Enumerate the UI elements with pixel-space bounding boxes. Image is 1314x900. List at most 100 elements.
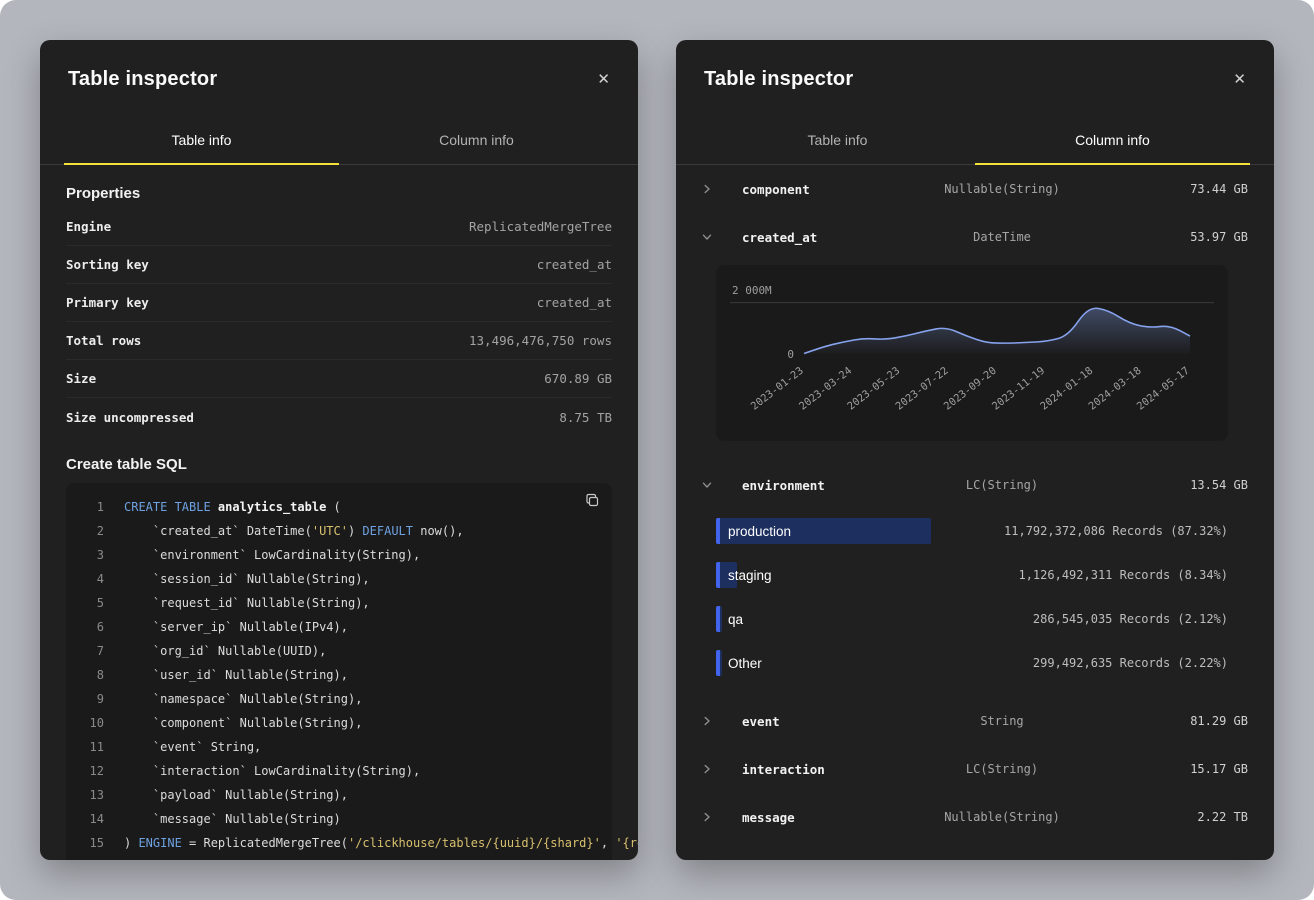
property-value: 670.89 GB <box>544 371 612 386</box>
code-text: `message` Nullable(String) <box>124 807 341 831</box>
value-bar-row: Other299,492,635 Records (2.22%) <box>716 641 1228 685</box>
copy-icon[interactable] <box>585 493 600 511</box>
modal-header: Table inspector ✕ <box>676 40 1274 115</box>
line-number: 15 <box>82 831 104 855</box>
value-label: Other <box>716 656 762 671</box>
column-row-event[interactable]: eventString81.29 GB <box>702 697 1248 745</box>
sql-code-lines: 1CREATE TABLE analytics_table (2 `create… <box>82 495 596 855</box>
column-size: 53.97 GB <box>1122 230 1248 244</box>
column-name: event <box>742 714 882 729</box>
create-table-sql-heading: Create table SQL <box>66 456 612 473</box>
tab-bar: Table info Column info <box>40 115 638 165</box>
code-line: 12 `interaction` LowCardinality(String), <box>82 759 596 783</box>
line-number: 5 <box>82 591 104 615</box>
line-number: 11 <box>82 735 104 759</box>
chevron-right-icon <box>702 184 742 194</box>
property-row: Total rows13,496,476,750 rows <box>66 322 612 360</box>
code-line: 4 `session_id` Nullable(String), <box>82 567 596 591</box>
tab-table-info[interactable]: Table info <box>700 115 975 165</box>
value-records: 11,792,372,086 Records (87.32%) <box>1004 524 1228 538</box>
line-number: 10 <box>82 711 104 735</box>
code-text: `payload` Nullable(String), <box>124 783 348 807</box>
table-info-content: Properties EngineReplicatedMergeTreeSort… <box>40 165 638 860</box>
code-text: `request_id` Nullable(String), <box>124 591 370 615</box>
column-type: LC(String) <box>882 478 1122 492</box>
column-name: component <box>742 182 882 197</box>
column-size: 73.44 GB <box>1122 182 1248 196</box>
line-number: 8 <box>82 663 104 687</box>
svg-text:2024-05-17: 2024-05-17 <box>1135 365 1192 413</box>
page-title: Table inspector <box>68 68 217 91</box>
chevron-right-icon <box>702 812 742 822</box>
svg-text:2023-09-20: 2023-09-20 <box>942 365 999 413</box>
code-line: 8 `user_id` Nullable(String), <box>82 663 596 687</box>
tab-table-info[interactable]: Table info <box>64 115 339 165</box>
code-line: 11 `event` String, <box>82 735 596 759</box>
code-line: 15) ENGINE = ReplicatedMergeTree('/click… <box>82 831 596 855</box>
tab-column-info[interactable]: Column info <box>975 115 1250 165</box>
line-number: 12 <box>82 759 104 783</box>
code-text: `server_ip` Nullable(IPv4), <box>124 615 348 639</box>
code-text: `component` Nullable(String), <box>124 711 362 735</box>
value-bar-row: staging 1,126,492,311 Records (8.34%) <box>716 553 1228 597</box>
property-row: Size uncompressed 8.75 TB <box>66 398 612 436</box>
property-value: ReplicatedMergeTree <box>469 219 612 234</box>
column-name: message <box>742 810 882 825</box>
line-number: 4 <box>82 567 104 591</box>
sql-code-block: 1CREATE TABLE analytics_table (2 `create… <box>66 483 612 860</box>
line-number: 6 <box>82 615 104 639</box>
column-row-environment[interactable]: environmentLC(String)13.54 GB <box>702 461 1248 509</box>
property-value: created_at <box>537 257 612 272</box>
value-records: 1,126,492,311 Records (8.34%) <box>1018 568 1228 582</box>
code-text: `event` String, <box>124 735 261 759</box>
svg-text:2023-05-23: 2023-05-23 <box>845 365 902 413</box>
property-value: 13,496,476,750 rows <box>469 333 612 348</box>
property-label: Size uncompressed <box>66 410 194 425</box>
code-line: 10 `component` Nullable(String), <box>82 711 596 735</box>
svg-text:2023-07-22: 2023-07-22 <box>893 365 950 413</box>
code-line: 6 `server_ip` Nullable(IPv4), <box>82 615 596 639</box>
tab-column-info[interactable]: Column info <box>339 115 614 165</box>
column-type: LC(String) <box>882 762 1122 776</box>
column-row-component[interactable]: componentNullable(String)73.44 GB <box>702 165 1248 213</box>
line-number: 7 <box>82 639 104 663</box>
property-row: Size670.89 GB <box>66 360 612 398</box>
chevron-right-icon <box>702 716 742 726</box>
code-text: `environment` LowCardinality(String), <box>124 543 420 567</box>
column-type: String <box>882 714 1122 728</box>
property-label: Engine <box>66 219 111 234</box>
column-name: created_at <box>742 230 882 245</box>
close-icon[interactable]: ✕ <box>1233 72 1246 87</box>
code-text: `session_id` Nullable(String), <box>124 567 370 591</box>
value-label: qa <box>716 612 743 627</box>
column-type: Nullable(String) <box>882 810 1122 824</box>
value-label: staging <box>716 568 772 583</box>
chevron-down-icon <box>702 232 742 242</box>
column-type: Nullable(String) <box>882 182 1122 196</box>
chevron-right-icon <box>702 764 742 774</box>
table-inspector-modal-table-info: Table inspector ✕ Table info Column info… <box>40 40 638 860</box>
code-line: 2 `created_at` DateTime('UTC') DEFAULT n… <box>82 519 596 543</box>
code-text: `interaction` LowCardinality(String), <box>124 759 420 783</box>
line-number: 9 <box>82 687 104 711</box>
column-size: 2.22 TB <box>1122 810 1248 824</box>
line-number: 14 <box>82 807 104 831</box>
property-row: Engine ReplicatedMergeTree <box>66 208 612 246</box>
column-row-message[interactable]: messageNullable(String)2.22 TB <box>702 793 1248 841</box>
desktop-background: Table inspector ✕ Table info Column info… <box>0 0 1314 900</box>
svg-text:2024-03-18: 2024-03-18 <box>1086 365 1143 413</box>
close-icon[interactable]: ✕ <box>597 72 610 87</box>
column-row-created_at[interactable]: created_atDateTime53.97 GB <box>702 213 1248 261</box>
tab-bar: Table info Column info <box>676 115 1274 165</box>
svg-text:0: 0 <box>787 348 794 361</box>
svg-text:2023-11-19: 2023-11-19 <box>990 365 1047 413</box>
code-text: ) ENGINE = ReplicatedMergeTree('/clickho… <box>124 831 638 855</box>
code-line: 14 `message` Nullable(String) <box>82 807 596 831</box>
column-row-interaction[interactable]: interactionLC(String)15.17 GB <box>702 745 1248 793</box>
code-text: `created_at` DateTime('UTC') DEFAULT now… <box>124 519 464 543</box>
value-bar-row: qa286,545,035 Records (2.12%) <box>716 597 1228 641</box>
property-value: 8.75 TB <box>559 410 612 425</box>
property-label: Primary key <box>66 295 149 310</box>
line-number: 2 <box>82 519 104 543</box>
modal-header: Table inspector ✕ <box>40 40 638 115</box>
